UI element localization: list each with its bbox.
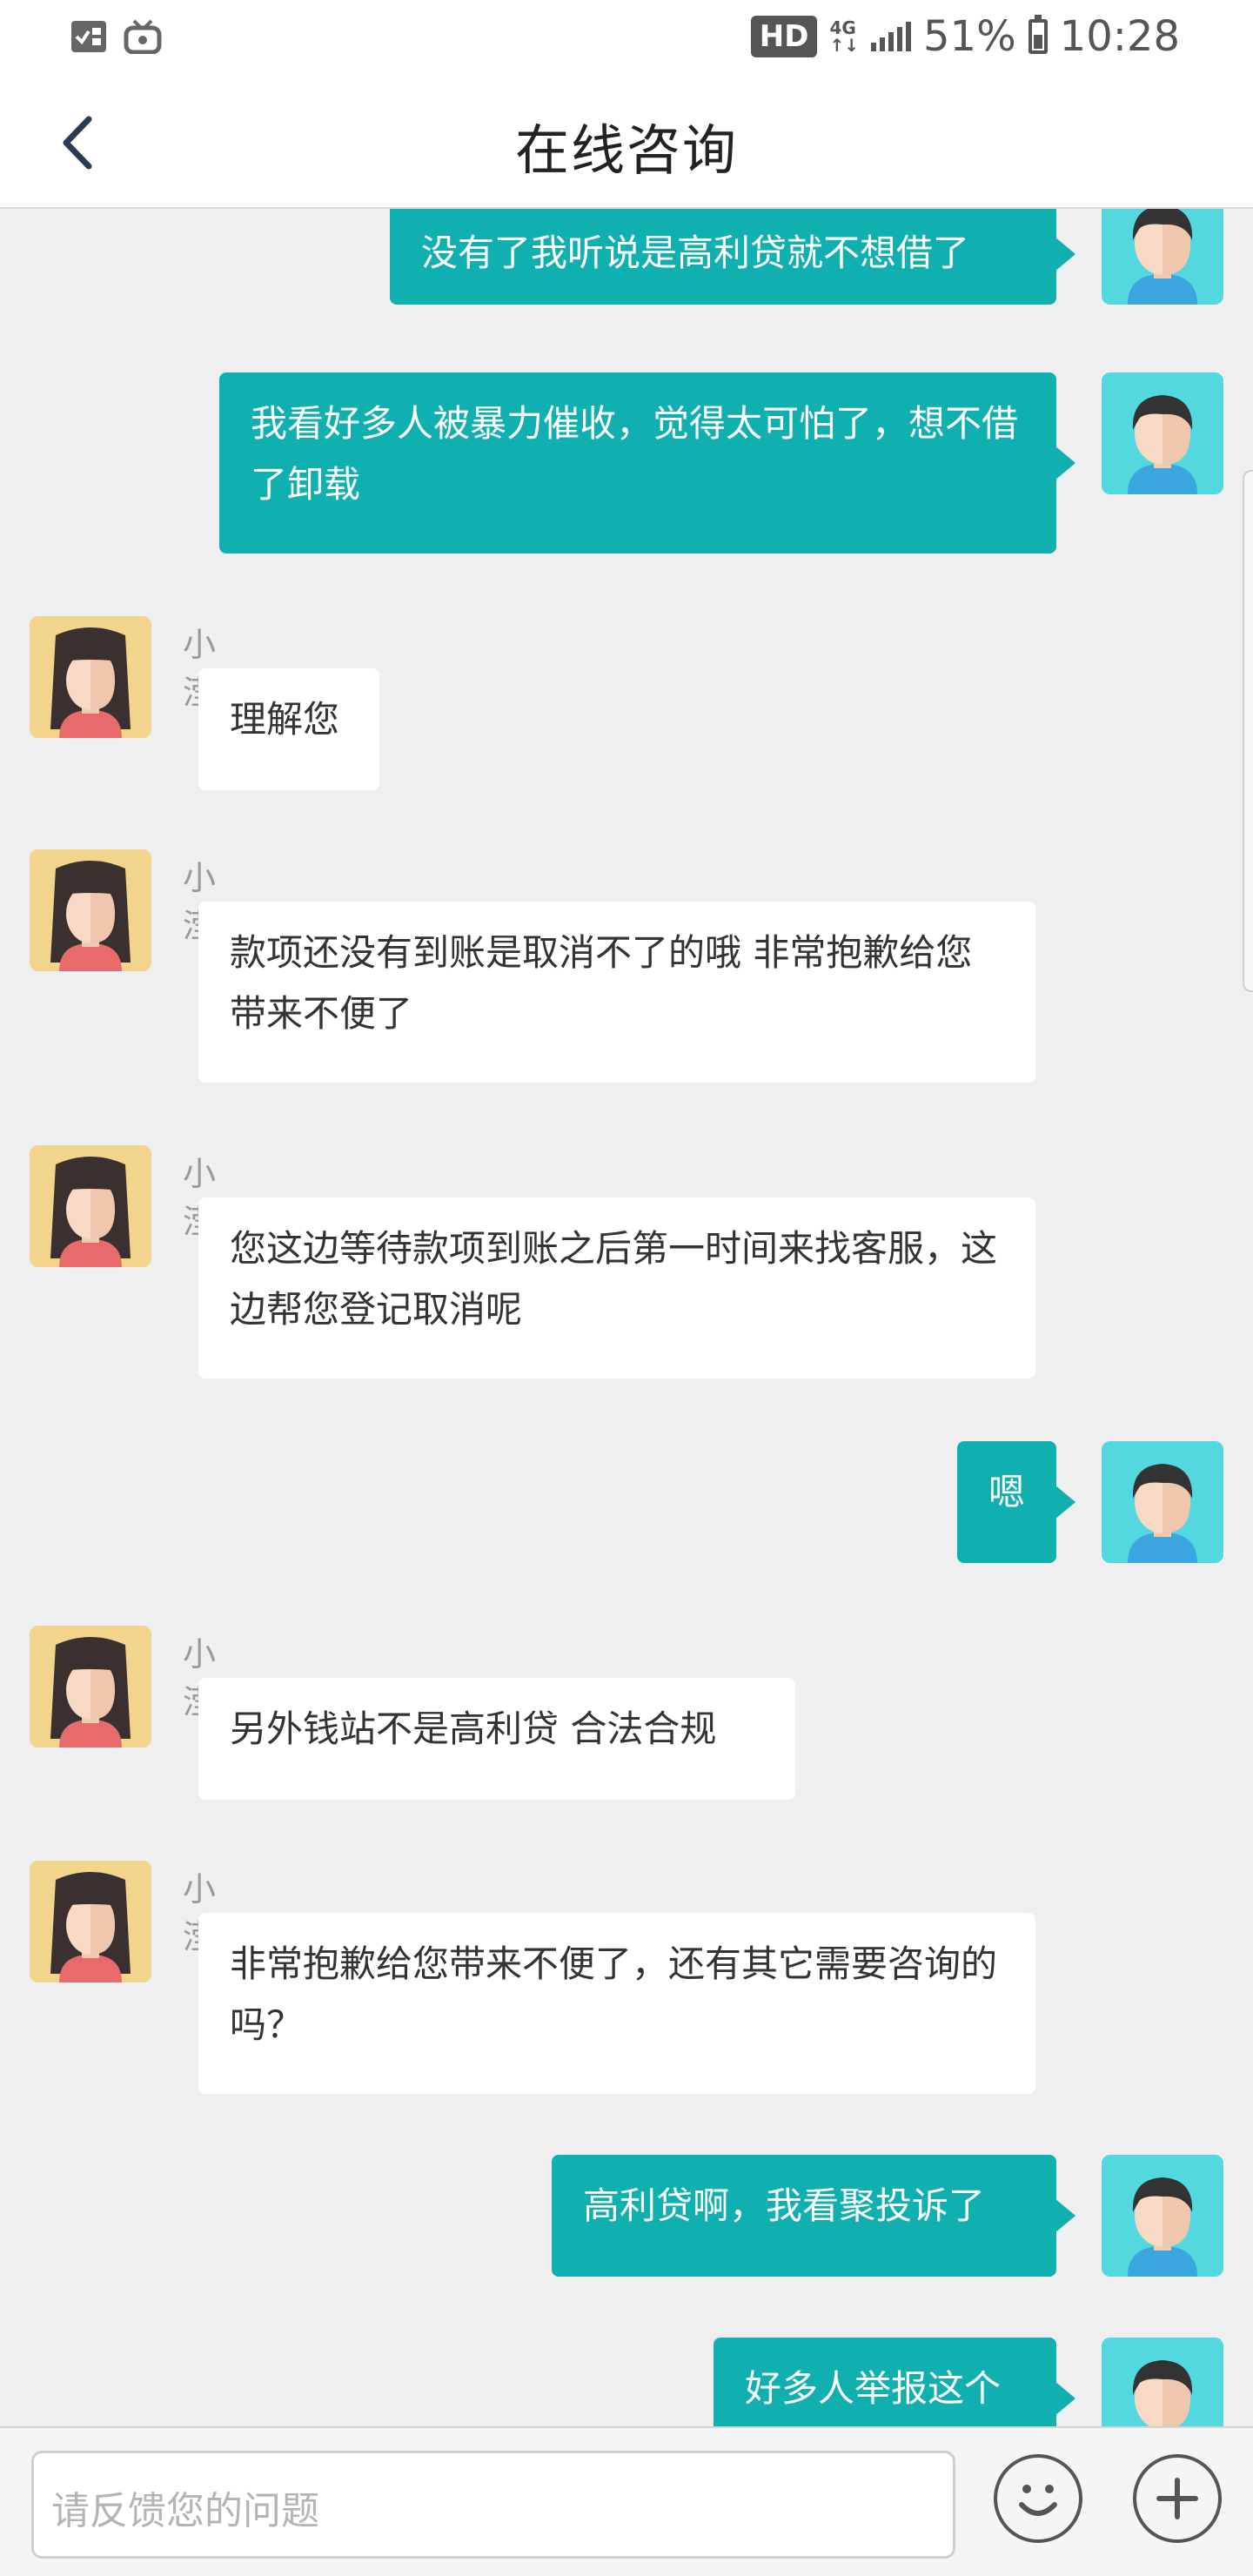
message-bubble[interactable]: 理解您 <box>198 668 379 790</box>
user-avatar-icon <box>1102 1441 1223 1563</box>
user-avatar-icon <box>1102 2338 1223 2426</box>
message-bubble[interactable]: 非常抱歉给您带来不便了，还有其它需要咨询的吗？ <box>198 1913 1035 2094</box>
user-avatar-icon <box>1102 372 1223 494</box>
message-bubble[interactable]: 我看好多人被暴力催收，觉得太可怕了，想不借了卸载 <box>219 372 1075 553</box>
message-bubble[interactable]: 没有了我听说是高利贷就不想借了 <box>390 209 1075 305</box>
smiley-icon <box>1019 2485 1057 2516</box>
header: 在线咨询 <box>0 73 1253 209</box>
agent-avatar[interactable] <box>30 1626 151 1748</box>
message-text: 理解您 <box>230 698 340 741</box>
agent-avatar-icon <box>30 616 151 738</box>
user-avatar[interactable] <box>1102 209 1223 305</box>
status-bar: HD 4G ↑↓ 51% 10:28 <box>0 0 1253 73</box>
battery-icon <box>1028 15 1048 54</box>
agent-avatar[interactable] <box>30 616 151 738</box>
agent-avatar-icon <box>30 849 151 971</box>
clock: 10:28 <box>1059 12 1180 61</box>
agent-avatar-icon <box>30 1626 151 1748</box>
input-bar: 请反馈您的问题 <box>0 2426 1253 2576</box>
network-indicator: 4G ↑↓ <box>829 19 859 54</box>
user-avatar[interactable] <box>1102 1441 1223 1563</box>
add-button[interactable] <box>1133 2454 1222 2543</box>
agent-avatar-icon <box>30 1861 151 1982</box>
message-text: 您这边等待款项到账之后第一时间来找客服，这边帮您登记取消呢 <box>230 1227 998 1331</box>
message-text: 我看好多人被暴力催收，觉得太可怕了，想不借了卸载 <box>251 402 1019 506</box>
emoji-button[interactable] <box>994 2454 1082 2543</box>
agent-avatar-icon <box>30 1145 151 1267</box>
scrollbar[interactable] <box>1243 470 1253 992</box>
message-text: 非常抱歉给您带来不便了，还有其它需要咨询的吗？ <box>230 1942 998 2046</box>
message-text: 没有了我听说是高利贷就不想借了 <box>421 231 970 274</box>
hd-badge: HD <box>750 16 818 57</box>
network-type: 4G <box>829 17 856 38</box>
message-bubble[interactable]: 您这边等待款项到账之后第一时间来找客服，这边帮您登记取消呢 <box>198 1197 1035 1379</box>
user-avatar-icon <box>1102 2155 1223 2277</box>
user-avatar[interactable] <box>1102 2338 1223 2426</box>
page-title: 在线咨询 <box>514 118 738 182</box>
message-bubble[interactable]: 好多人举报这个 <box>714 2338 1075 2426</box>
message-text: 嗯 <box>988 1471 1026 1513</box>
data-arrows-icon: ↑↓ <box>829 35 859 56</box>
tv-icon <box>124 19 162 57</box>
plus-icon <box>1156 2478 1198 2519</box>
message-bubble[interactable]: 嗯 <box>957 1441 1075 1563</box>
agent-avatar[interactable] <box>30 849 151 971</box>
message-text: 好多人举报这个 <box>745 2367 1002 2410</box>
sim-icon <box>70 19 108 57</box>
status-indicators: HD 4G ↑↓ 51% 10:28 <box>750 12 1180 61</box>
message-bubble[interactable]: 高利贷啊，我看聚投诉了 <box>552 2155 1075 2277</box>
agent-avatar[interactable] <box>30 1861 151 1982</box>
battery-percent: 51% <box>922 12 1016 61</box>
signal-icon <box>870 22 911 51</box>
message-text: 款项还没有到账是取消不了的哦 非常抱歉给您带来不便了 <box>230 931 973 1035</box>
message-text: 高利贷啊，我看聚投诉了 <box>583 2184 986 2227</box>
agent-avatar[interactable] <box>30 1145 151 1267</box>
chat-area[interactable]: 没有了我听说是高利贷就不想借了 我看好多人被暴力催收，觉得太可怕了，想不借了卸载 <box>0 209 1253 2426</box>
message-text: 另外钱站不是高利贷 合法合规 <box>230 1707 717 1750</box>
user-avatar-icon <box>1102 209 1223 305</box>
message-input[interactable]: 请反馈您的问题 <box>31 2451 955 2559</box>
message-bubble[interactable]: 另外钱站不是高利贷 合法合规 <box>198 1678 795 1800</box>
message-bubble[interactable]: 款项还没有到账是取消不了的哦 非常抱歉给您带来不便了 <box>198 902 1035 1083</box>
user-avatar[interactable] <box>1102 2155 1223 2277</box>
user-avatar[interactable] <box>1102 372 1223 494</box>
